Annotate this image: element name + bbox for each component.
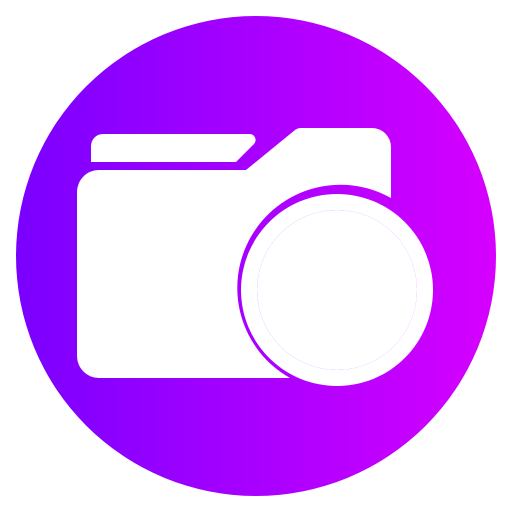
new-folder-app-icon — [0, 0, 512, 512]
add-badge — [241, 194, 433, 386]
folder-back-tab — [91, 134, 256, 162]
new-folder-icon — [16, 16, 496, 496]
